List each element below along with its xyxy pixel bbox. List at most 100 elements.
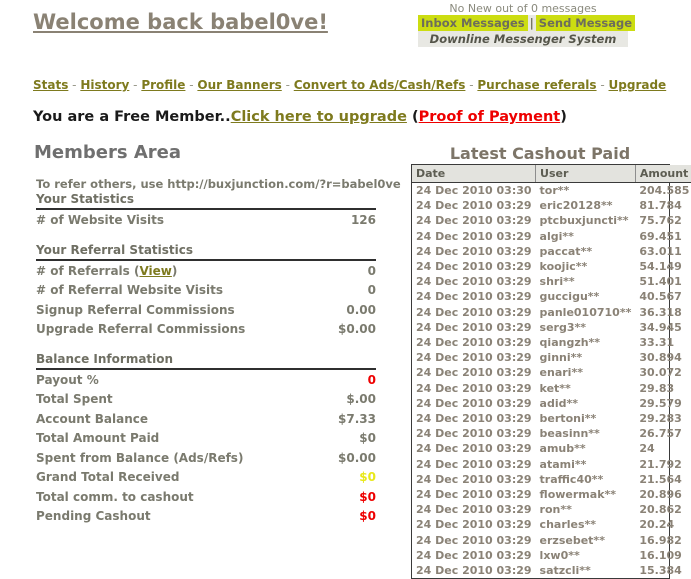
- table-row: 24 Dec 2010 03:29 eric20128** 81.784: [412, 198, 691, 213]
- your-statistics-rows: # of Website Visits 126: [36, 211, 376, 231]
- nav-separator: -: [281, 78, 294, 92]
- cashout-cell-amount: 29.283: [639, 412, 682, 426]
- balance-stat-row: Grand Total Received $0: [36, 468, 376, 488]
- cashout-cell-amount: 30.894: [639, 351, 682, 365]
- table-row: 24 Dec 2010 03:29 satzcli** 15.384: [412, 563, 691, 578]
- cashout-cell-date: 24 Dec 2010 03:29: [416, 503, 532, 517]
- nav-link-stats[interactable]: Stats: [33, 78, 68, 92]
- cashout-cell-date: 24 Dec 2010 03:29: [416, 199, 532, 213]
- messenger-link-separator: |: [529, 16, 534, 30]
- table-row: 24 Dec 2010 03:29 ket** 29.83: [412, 381, 691, 396]
- table-row: 24 Dec 2010 03:29 shri** 51.401: [412, 274, 691, 289]
- table-row: 24 Dec 2010 03:29 koojic** 54.149: [412, 259, 691, 274]
- referral-statistics-rows: # of Referrals (View) 0 # of Referral Webs…: [36, 262, 376, 340]
- cashout-cell-date: 24 Dec 2010 03:29: [416, 381, 532, 395]
- referral-stat-label: # of Referrals (View): [36, 263, 178, 278]
- table-row: 24 Dec 2010 03:29 ginni** 30.894: [412, 350, 691, 365]
- referral-stat-label: # of Referral Website Visits: [36, 283, 224, 297]
- cashout-cell-amount: 21.792: [639, 457, 682, 471]
- upgrade-link[interactable]: Click here to upgrade: [231, 109, 407, 125]
- cashout-cell-date: 24 Dec 2010 03:29: [416, 305, 532, 319]
- cashout-cell-user: erzsebet**: [539, 533, 605, 547]
- referral-stat-label: Upgrade Referral Commissions: [36, 322, 246, 336]
- nav-link-purchase-referals[interactable]: Purchase referals: [477, 78, 596, 92]
- cashout-cell-user: ginni**: [539, 351, 583, 365]
- table-row: 24 Dec 2010 03:29 ptcbuxjuncti** 75.762: [412, 213, 691, 228]
- cashout-cell-user: bertoni**: [539, 412, 597, 426]
- cashout-cell-user: charles**: [539, 518, 597, 532]
- cashout-cell-amount: 20.24: [639, 518, 675, 532]
- cashout-cell-amount: 16.982: [639, 533, 682, 547]
- table-row: 24 Dec 2010 03:29 algi** 69.451: [412, 229, 691, 244]
- cashout-cell-amount: 21.564: [639, 472, 682, 486]
- cashout-cell-user: ptcbuxjuncti**: [539, 214, 629, 228]
- nav-separator: -: [185, 78, 198, 92]
- cashout-cell-amount: 36.318: [639, 305, 682, 319]
- send-message-link[interactable]: Send Message: [535, 15, 636, 31]
- downline-messenger-panel: No New out of 0 messages Inbox Messages |…: [418, 2, 636, 47]
- cashout-cell-user: eric20128**: [539, 199, 613, 213]
- cashout-cell-date: 24 Dec 2010 03:29: [416, 351, 532, 365]
- statistics-panel: Your Statistics # of Website Visits 126 Y…: [36, 192, 376, 527]
- nav-separator: -: [129, 78, 142, 92]
- messenger-links-bar: Inbox Messages | Send Message: [418, 15, 636, 31]
- cashout-cell-amount: 20.896: [639, 488, 682, 502]
- cashout-cell-date: 24 Dec 2010 03:29: [416, 564, 532, 578]
- cashout-cell-user: ket**: [539, 381, 571, 395]
- view-referrals-link[interactable]: View: [139, 264, 171, 278]
- balance-stat-label: Total Amount Paid: [36, 431, 160, 445]
- referral-stat-row: # of Referral Website Visits 0: [36, 281, 376, 301]
- nav-link-convert-to-ads-cash-refs[interactable]: Convert to Ads/Cash/Refs: [294, 78, 466, 92]
- referral-stat-value: 0.00: [346, 302, 376, 317]
- cashout-cell-amount: 16.109: [639, 548, 682, 562]
- table-row: 24 Dec 2010 03:29 charles** 20.24: [412, 517, 691, 532]
- cashout-cell-user: atami**: [539, 457, 587, 471]
- cashout-cell-date: 24 Dec 2010 03:29: [416, 518, 532, 532]
- cashout-col-header-amount: Amount: [635, 165, 691, 183]
- proof-of-payment-link[interactable]: Proof of Payment: [419, 109, 561, 125]
- table-row: 24 Dec 2010 03:29 ron** 20.862: [412, 502, 691, 517]
- cashout-cell-user: serg3**: [539, 320, 587, 334]
- referral-stat-value: 0: [367, 283, 376, 297]
- cashout-cell-date: 24 Dec 2010 03:29: [416, 412, 532, 426]
- nav-link-history[interactable]: History: [80, 78, 129, 92]
- balance-stat-value: $0: [359, 509, 376, 523]
- cashout-cell-amount: 51.401: [639, 275, 682, 289]
- table-row: 24 Dec 2010 03:29 traffic40** 21.564: [412, 472, 691, 487]
- cashout-cell-date: 24 Dec 2010 03:29: [416, 290, 532, 304]
- cashout-cell-amount: 24: [639, 442, 655, 456]
- cashout-cell-date: 24 Dec 2010 03:29: [416, 214, 532, 228]
- balance-stat-value: $7.33: [338, 411, 376, 426]
- close-paren: ): [560, 109, 567, 125]
- nav-link-our-banners[interactable]: Our Banners: [197, 78, 281, 92]
- cashout-header-row: Date User Amount: [412, 165, 691, 183]
- cashout-cell-date: 24 Dec 2010 03:29: [416, 548, 532, 562]
- balance-stat-value: $0: [359, 470, 376, 484]
- nav-separator: -: [465, 78, 478, 92]
- table-row: 24 Dec 2010 03:29 lxw0** 16.109: [412, 548, 691, 563]
- balance-information-rows: Payout % 0 Total Spent $.00 Account Balance $…: [36, 371, 376, 527]
- cashout-table-title: Latest Cashout Paid: [449, 144, 631, 163]
- cashout-cell-amount: 15.384: [639, 564, 682, 578]
- section-head-your-statistics: Your Statistics: [36, 192, 376, 210]
- nav-link-upgrade[interactable]: Upgrade: [609, 78, 667, 92]
- member-status-line: You are a Free Member..Click here to upg…: [33, 109, 567, 125]
- cashout-cell-date: 24 Dec 2010 03:29: [416, 336, 532, 350]
- open-paren: (: [406, 109, 419, 125]
- website-visits-row: # of Website Visits 126: [36, 211, 376, 231]
- main-navigation: Stats - History - Profile - Our Banners …: [33, 78, 666, 92]
- balance-stat-row: Payout % 0: [36, 371, 376, 391]
- nav-link-profile[interactable]: Profile: [141, 78, 185, 92]
- cashout-cell-date: 24 Dec 2010 03:29: [416, 472, 532, 486]
- cashout-cell-date: 24 Dec 2010 03:29: [416, 260, 532, 274]
- inbox-messages-link[interactable]: Inbox Messages: [418, 15, 528, 31]
- cashout-cell-user: panle010710**: [539, 305, 632, 319]
- nav-separator: -: [68, 78, 81, 92]
- table-row: 24 Dec 2010 03:29 panle010710** 36.318: [412, 305, 691, 320]
- cashout-cell-date: 24 Dec 2010 03:29: [416, 457, 532, 471]
- balance-stat-value: $0: [359, 431, 376, 445]
- referral-stat-row: Signup Referral Commissions 0.00: [36, 301, 376, 321]
- cashout-table: Date User Amount 24 Dec 2010 03:30 tor** 204…: [412, 165, 691, 578]
- cashout-cell-date: 24 Dec 2010 03:29: [416, 244, 532, 258]
- referral-stat-value: 0: [367, 263, 376, 278]
